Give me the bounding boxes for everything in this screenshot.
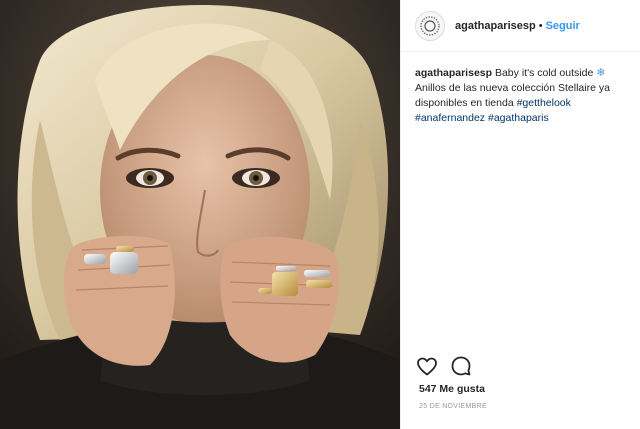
header-text: agathaparisesp • Seguir	[455, 20, 580, 32]
likes-count[interactable]: 547 Me gusta	[419, 383, 485, 395]
avatar[interactable]	[415, 10, 445, 41]
follow-button[interactable]: Seguir	[546, 20, 580, 32]
post-image[interactable]	[0, 0, 400, 429]
hashtag-link[interactable]: #anafernandez	[415, 112, 485, 124]
brand-logo-icon	[420, 15, 440, 36]
caption-text-line2: Anillos de las nueva colección Stellaire…	[415, 82, 610, 109]
post-caption: agathaparisesp Baby it's cold outside ❄ …	[401, 52, 640, 126]
hashtag-link[interactable]: #agathaparis	[488, 112, 549, 124]
caption-text-line1: Baby it's cold outside	[494, 67, 594, 79]
post-actions	[415, 354, 473, 378]
post-sidebar: agathaparisesp • Seguir agathaparisesp Bab…	[400, 0, 640, 429]
snowflake-icon: ❄	[596, 67, 606, 79]
header-separator: •	[538, 19, 543, 32]
hashtag-link[interactable]: #getthelook	[517, 97, 571, 109]
header-username[interactable]: agathaparisesp	[455, 20, 536, 32]
post-header: agathaparisesp • Seguir	[401, 0, 640, 52]
comment-icon[interactable]	[449, 354, 473, 378]
post-date: 25 DE NOVIEMBRE	[419, 403, 487, 410]
caption-username[interactable]: agathaparisesp	[415, 67, 492, 79]
heart-icon[interactable]	[415, 354, 439, 378]
portrait-photo	[0, 0, 400, 429]
